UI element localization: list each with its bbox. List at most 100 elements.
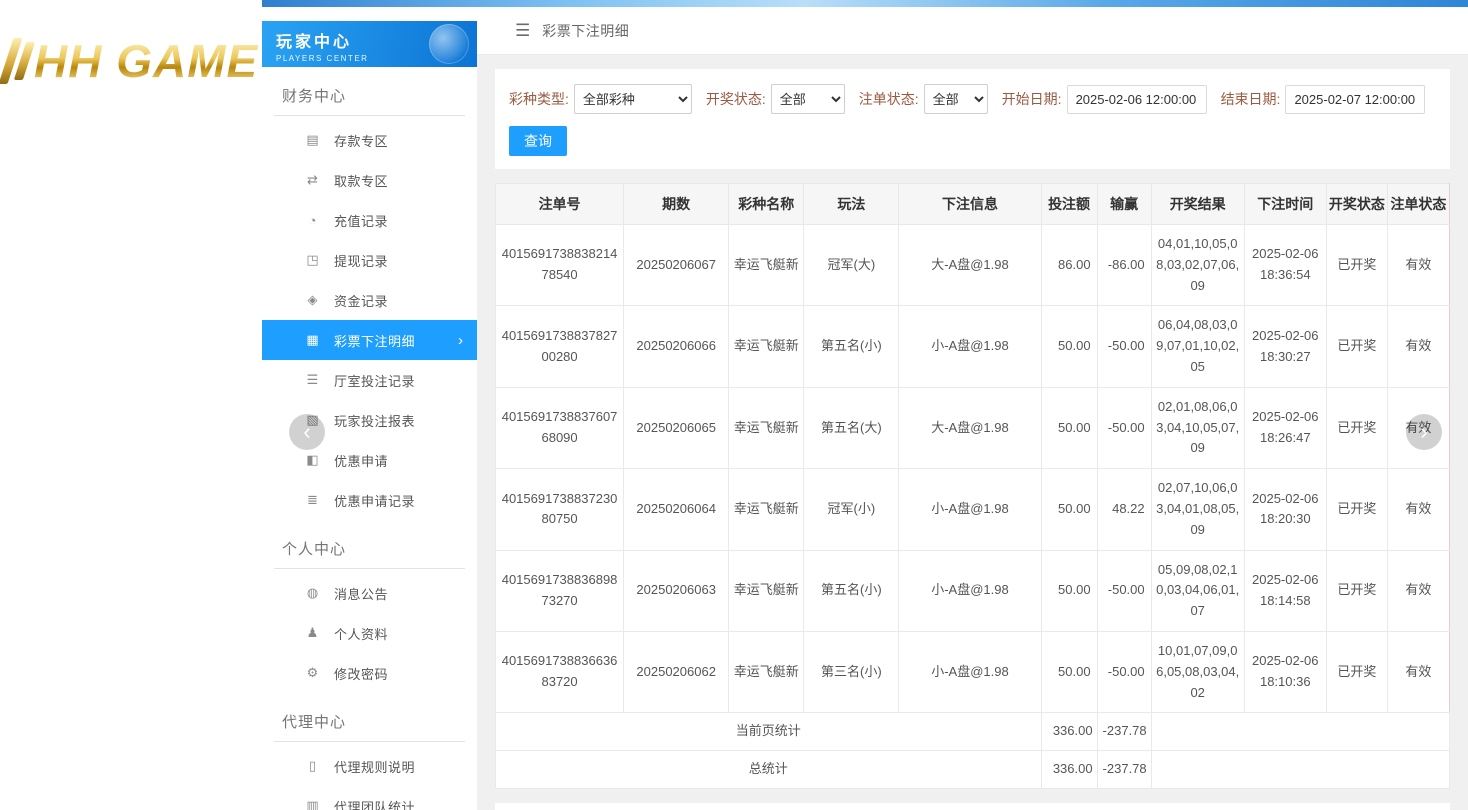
summary-empty-cell — [1151, 713, 1449, 751]
globe-decoration-icon — [429, 24, 469, 64]
sidebar-item-label: 充值记录 — [334, 211, 388, 230]
end-date-input[interactable] — [1285, 85, 1425, 114]
table-cell: 20250206063 — [624, 550, 729, 631]
table-cell: 已开奖 — [1326, 550, 1387, 631]
table-cell: 第五名(小) — [804, 550, 899, 631]
summary-label: 总统计 — [496, 751, 1042, 789]
table-cell: 大-A盘@1.98 — [899, 387, 1041, 468]
table-cell: 冠军(大) — [804, 225, 899, 306]
table-cell: 10,01,07,09,06,05,08,03,04,02 — [1151, 631, 1244, 712]
page-title: 彩票下注明细 — [542, 21, 629, 41]
table-cell: 幸运飞艇新 — [729, 631, 804, 712]
brand-logo: HH GAME — [6, 34, 258, 88]
sidebar-item-promo-apply[interactable]: ◧ 优惠申请 — [262, 440, 477, 480]
bet-status-select[interactable]: 全部 — [924, 84, 988, 114]
column-header: 开奖状态 — [1326, 184, 1387, 225]
table-row: 40156917388372308075020250206064幸运飞艇新冠军(… — [496, 469, 1450, 550]
page: HH GAME 玩家中心 PLAYERS CENTER 财务中心▤存款专区⇄取款… — [0, 0, 1468, 810]
main-area: ☰ 彩票下注明细 彩种类型: 全部彩种 开奖状态: 全部 注单状态: 全部 开始… — [477, 7, 1468, 810]
column-header: 玩法 — [804, 184, 899, 225]
table-row: 40156917388366368372020250206062幸运飞艇新第三名… — [496, 631, 1450, 712]
deposit-icon: ▤ — [304, 132, 321, 148]
lottery-type-label: 彩种类型: — [509, 89, 569, 109]
promo-apply-icon: ◧ — [304, 452, 321, 468]
summary-bet-total: 336.00 — [1041, 751, 1097, 789]
table-cell: 有效 — [1387, 225, 1449, 306]
sidebar-item-funds-records[interactable]: ◈ 资金记录 — [262, 280, 477, 320]
sidebar-item-deposit-area[interactable]: ▤ 存款专区 — [262, 120, 477, 160]
chevron-right-icon: › — [458, 332, 463, 349]
table-cell: 50.00 — [1041, 306, 1097, 387]
menu-toggle-icon[interactable]: ☰ — [515, 21, 530, 41]
sidebar-item-agent-team-stats[interactable]: ▥代理团队统计 — [262, 786, 477, 810]
table-cell: 401569173883723080750 — [496, 469, 624, 550]
withdrawal-record-icon: ◳ — [304, 252, 321, 268]
table-cell: 已开奖 — [1326, 387, 1387, 468]
expand-right-arrow[interactable]: › — [1406, 414, 1442, 450]
sidebar-item-label: 优惠申请 — [334, 451, 388, 470]
funds-record-icon: ◈ — [304, 292, 321, 308]
sidebar-item-label: 消息公告 — [334, 584, 388, 603]
sidebar-item-label: 彩票下注明细 — [334, 331, 415, 350]
summary-winloss-total: -237.78 — [1097, 713, 1151, 751]
table-cell: -86.00 — [1097, 225, 1151, 306]
bet-table-card: 注单号期数彩种名称玩法下注信息投注额输赢开奖结果下注时间开奖状态注单状态4015… — [495, 183, 1450, 789]
gear-icon: ⚙ — [304, 665, 321, 681]
table-cell: 401569173883821478540 — [496, 225, 624, 306]
table-cell: 50.00 — [1041, 550, 1097, 631]
bet-table: 注单号期数彩种名称玩法下注信息投注额输赢开奖结果下注时间开奖状态注单状态4015… — [495, 183, 1450, 789]
table-cell: 第五名(大) — [804, 387, 899, 468]
table-cell: 2025-02-06 18:10:36 — [1244, 631, 1326, 712]
column-header: 彩种名称 — [729, 184, 804, 225]
query-button[interactable]: 查询 — [509, 126, 567, 156]
content: 彩种类型: 全部彩种 开奖状态: 全部 注单状态: 全部 开始日期: 结束日期:… — [477, 55, 1468, 810]
document-icon: ▯ — [304, 758, 321, 774]
table-cell: 401569173883760768090 — [496, 387, 624, 468]
table-cell: 有效 — [1387, 550, 1449, 631]
table-cell: 2025-02-06 18:20:30 — [1244, 469, 1326, 550]
table-cell: 幸运飞艇新 — [729, 225, 804, 306]
table-row: 40156917388376076809020250206065幸运飞艇新第五名… — [496, 387, 1450, 468]
table-cell: 05,09,08,02,10,03,04,06,01,07 — [1151, 550, 1244, 631]
column-header: 注单状态 — [1387, 184, 1449, 225]
summary-row: 当前页统计336.00-237.78 — [496, 713, 1450, 751]
sidebar-section-title: 代理中心 — [274, 705, 465, 742]
filter-card: 彩种类型: 全部彩种 开奖状态: 全部 注单状态: 全部 开始日期: 结束日期:… — [495, 69, 1450, 169]
sidebar-item-change-password[interactable]: ⚙ 修改密码 — [262, 653, 477, 693]
table-cell: 第五名(小) — [804, 306, 899, 387]
sidebar-item-label: 存款专区 — [334, 131, 388, 150]
table-cell: 有效 — [1387, 306, 1449, 387]
sidebar-item-hall-bet-records[interactable]: ☰厅室投注记录 — [262, 360, 477, 400]
column-header: 下注时间 — [1244, 184, 1326, 225]
sidebar-item-promo-apply-records[interactable]: ≣优惠申请记录 — [262, 480, 477, 520]
sidebar-item-announcements[interactable]: ◍消息公告 — [262, 573, 477, 613]
table-header-row: 注单号期数彩种名称玩法下注信息投注额输赢开奖结果下注时间开奖状态注单状态 — [496, 184, 1450, 225]
sidebar-item-profile[interactable]: ♟个人资料 — [262, 613, 477, 653]
sidebar-item-withdrawal-records[interactable]: ◳提现记录 — [262, 240, 477, 280]
draw-status-select[interactable]: 全部 — [771, 84, 845, 114]
table-cell: 20250206062 — [624, 631, 729, 712]
table-cell: 04,01,10,05,08,03,02,07,06,09 — [1151, 225, 1244, 306]
sidebar-item-label: 修改密码 — [334, 664, 388, 683]
table-cell: 冠军(小) — [804, 469, 899, 550]
sidebar: 玩家中心 PLAYERS CENTER 财务中心▤存款专区⇄取款专区◔充值记录◳… — [262, 7, 477, 810]
sidebar-item-label: 代理团队统计 — [334, 797, 415, 810]
chevron-right-icon: › — [1420, 419, 1427, 445]
sidebar-item-withdraw-area[interactable]: ⇄取款专区 — [262, 160, 477, 200]
sidebar-item-agent-rules[interactable]: ▯代理规则说明 — [262, 746, 477, 786]
sidebar-item-lottery-bet-details[interactable]: ▦彩票下注明细› — [262, 320, 477, 360]
column-header: 注单号 — [496, 184, 624, 225]
top-accent-strip — [262, 0, 1468, 7]
table-cell: 20250206067 — [624, 225, 729, 306]
sidebar-item-label: 取款专区 — [334, 171, 388, 190]
lottery-type-select[interactable]: 全部彩种 — [574, 84, 692, 114]
start-date-input[interactable] — [1067, 85, 1207, 114]
sidebar-item-recharge-records[interactable]: ◔充值记录 — [262, 200, 477, 240]
summary-label: 当前页统计 — [496, 713, 1042, 751]
summary-winloss-total: -237.78 — [1097, 751, 1151, 789]
table-cell: 20250206064 — [624, 469, 729, 550]
collapse-left-arrow[interactable]: ‹ — [289, 414, 325, 450]
chevron-left-icon: ‹ — [303, 419, 310, 445]
sidebar-item-label: 资金记录 — [334, 291, 388, 310]
table-cell: -50.00 — [1097, 550, 1151, 631]
